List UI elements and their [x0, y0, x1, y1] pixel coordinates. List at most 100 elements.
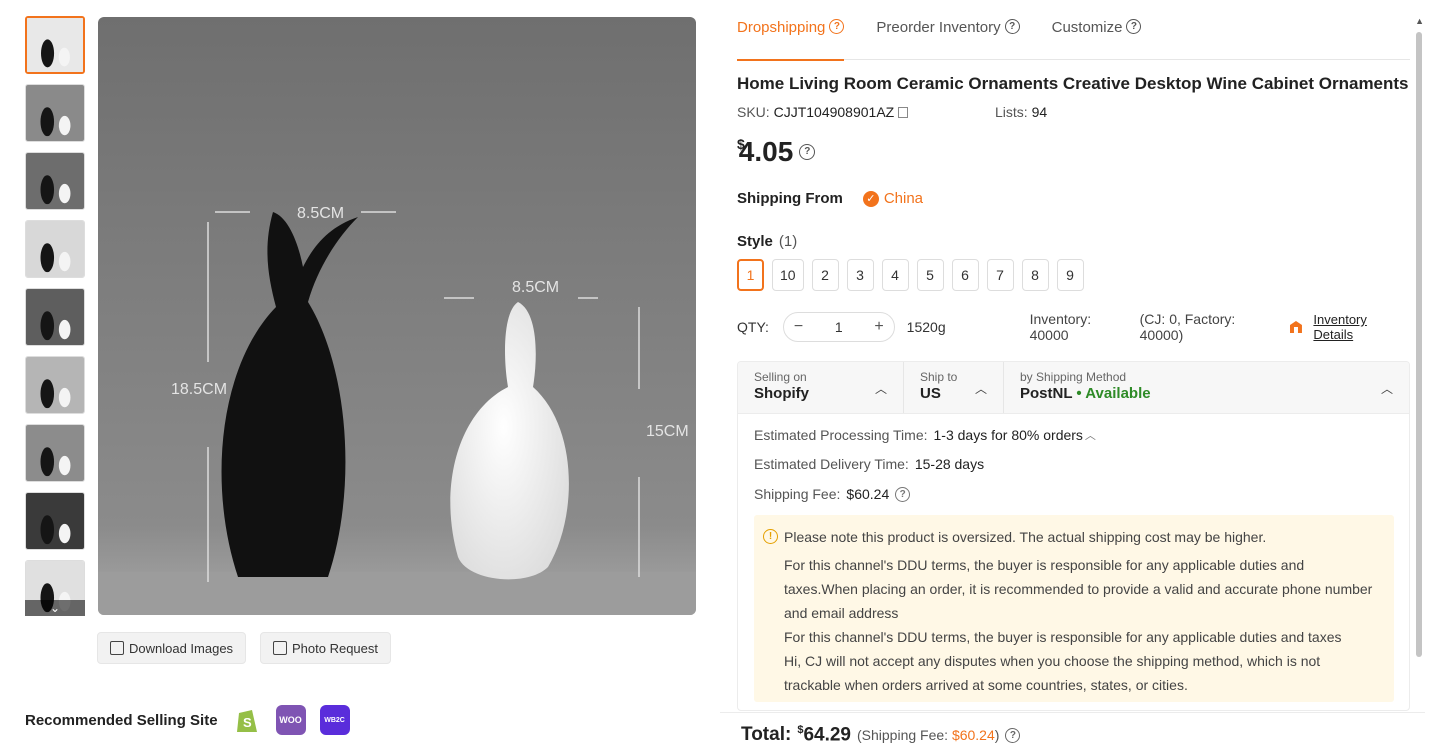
- woocommerce-icon[interactable]: WOO: [275, 705, 306, 735]
- style-option[interactable]: 3: [846, 259, 874, 291]
- plus-icon[interactable]: +: [874, 318, 883, 336]
- thumbnail-image[interactable]: [25, 356, 85, 414]
- notice-oversized: Please note this product is oversized. T…: [784, 529, 1267, 545]
- notice-ddu-terms: For this channel's DDU terms, the buyer …: [784, 557, 1373, 621]
- style-option[interactable]: 7: [986, 259, 1014, 291]
- check-icon: ✓: [862, 190, 879, 207]
- thumbnail-image[interactable]: [25, 152, 85, 210]
- thumbnail-image[interactable]: [25, 492, 85, 550]
- order-total: Total: $64.29 (Shipping Fee: $60.24) ?: [741, 724, 1021, 746]
- shipping-from-label: Shipping From: [737, 190, 843, 207]
- wix-icon[interactable]: WB2C: [319, 705, 350, 735]
- minus-icon[interactable]: −: [794, 318, 803, 336]
- tab-label: Preorder Inventory: [876, 19, 1001, 36]
- thumbnail-image[interactable]: [25, 84, 85, 142]
- shipping-fee: Shipping Fee: $60.24 ?: [754, 486, 911, 502]
- scroll-up-icon[interactable]: ▲: [1415, 16, 1424, 26]
- width-label: 8.5CM: [297, 205, 344, 222]
- processing-label: Estimated Processing Time:: [754, 427, 928, 443]
- chevron-up-icon: ︿: [1380, 382, 1393, 396]
- origin-label: China: [883, 190, 924, 207]
- style-options: 1 10 2 3 4 5 6 7 8 9: [737, 259, 1084, 291]
- origin-option[interactable]: ✓ China: [862, 190, 924, 207]
- shipping-from: Shipping From ✓ China: [737, 190, 923, 207]
- help-icon[interactable]: ?: [1126, 19, 1142, 34]
- height-label: 15CM: [646, 423, 689, 440]
- download-images-label: Download Images: [129, 640, 234, 656]
- style-option[interactable]: 5: [916, 259, 944, 291]
- inventory-breakdown: (CJ: 0, Factory: 40000): [1139, 311, 1236, 343]
- tab-preorder-inventory[interactable]: Preorder Inventory?: [876, 0, 1020, 60]
- weight: 1520g: [906, 319, 946, 335]
- scrollbar[interactable]: [1416, 32, 1422, 657]
- method-label: by Shipping Method: [1020, 370, 1127, 384]
- thumbnail-image[interactable]: [25, 424, 85, 482]
- total-label: Total:: [741, 724, 792, 746]
- availability-status: • Available: [1076, 385, 1151, 402]
- method-value: PostNL: [1020, 385, 1073, 402]
- tab-dropshipping[interactable]: Dropshipping?: [737, 0, 845, 61]
- recommended-label: Recommended Selling Site: [25, 711, 218, 729]
- recommended-selling-sites: Recommended Selling Site S WOO WB2C: [25, 705, 350, 735]
- sku-value: CJJT104908901AZ: [773, 104, 895, 120]
- qty-label: QTY:: [737, 319, 769, 335]
- copy-icon[interactable]: [898, 107, 909, 118]
- sku-label: SKU:: [737, 104, 770, 120]
- processing-value: 1-3 days for 80% orders: [933, 427, 1083, 443]
- inventory: Inventory: 40000: [1029, 311, 1092, 343]
- chevron-up-icon[interactable]: ︿: [1085, 427, 1096, 443]
- style-option[interactable]: 6: [951, 259, 979, 291]
- delivery-time: Estimated Delivery Time: 15-28 days: [754, 456, 984, 472]
- processing-time: Estimated Processing Time: 1-3 days for …: [754, 427, 1096, 443]
- style-option[interactable]: 4: [881, 259, 909, 291]
- notice-disputes: Hi, CJ will not accept any disputes when…: [784, 653, 1321, 693]
- image-icon: [110, 641, 124, 655]
- main-product-image: 8.5CM 8.5CM 18.5CM 15CM: [98, 17, 696, 615]
- inventory-details-link[interactable]: Inventory Details: [1313, 312, 1410, 342]
- selling-on-select[interactable]: Selling on Shopify ︿: [738, 362, 904, 413]
- lists-value: 94: [1031, 104, 1048, 120]
- shipping-notice: ! Please note this product is oversized.…: [754, 515, 1394, 702]
- shipping-fee-value: $60.24: [846, 486, 890, 502]
- thumbnail-image[interactable]: [25, 16, 85, 74]
- qty-value[interactable]: 1: [835, 319, 843, 335]
- shipping-method-select[interactable]: by Shipping Method PostNL • Available ︿: [1004, 362, 1409, 413]
- chevron-up-icon: ︿: [974, 382, 987, 396]
- tab-bar: Dropshipping? Preorder Inventory? Customiz…: [737, 0, 1410, 61]
- style-option[interactable]: 8: [1021, 259, 1049, 291]
- help-icon[interactable]: ?: [799, 144, 816, 160]
- photo-request-label: Photo Request: [292, 640, 379, 656]
- quantity-stepper[interactable]: − 1 +: [782, 312, 895, 342]
- sku: SKU: CJJT104908901AZ: [737, 104, 909, 120]
- tab-label: Customize: [1051, 19, 1123, 36]
- tab-customize[interactable]: Customize?: [1052, 0, 1142, 60]
- svg-text:S: S: [243, 715, 252, 730]
- warning-icon: !: [763, 529, 778, 544]
- video-icon: [273, 641, 287, 655]
- help-icon[interactable]: ?: [1004, 19, 1020, 34]
- selling-on-label: Selling on: [754, 370, 807, 384]
- ship-to-select[interactable]: Ship to US ︿: [904, 362, 1004, 413]
- style-label: Style (1): [737, 233, 797, 250]
- style-option[interactable]: 10: [772, 259, 804, 291]
- thumbnail-image[interactable]: [25, 288, 85, 346]
- style-heading: Style: [737, 233, 773, 250]
- help-icon[interactable]: ?: [895, 486, 911, 502]
- help-icon[interactable]: ?: [829, 19, 845, 34]
- width-label: 8.5CM: [512, 279, 559, 296]
- style-option[interactable]: 1: [737, 259, 764, 291]
- shipping-fee-label: Shipping Fee:: [754, 486, 841, 502]
- style-option[interactable]: 9: [1056, 259, 1084, 291]
- total-amount: 64.29: [803, 724, 851, 746]
- style-option[interactable]: 2: [811, 259, 839, 291]
- chevron-down-icon[interactable]: ⌄: [25, 600, 85, 616]
- download-images-button[interactable]: Download Images: [97, 632, 247, 664]
- photo-request-button[interactable]: Photo Request: [260, 632, 392, 664]
- shopify-icon[interactable]: S: [232, 705, 262, 735]
- quantity-row: QTY: − 1 + 1520g Inventory: 40000 (CJ: 0…: [737, 311, 1410, 343]
- thumbnail-image[interactable]: [25, 220, 85, 278]
- delivery-label: Estimated Delivery Time:: [754, 456, 909, 472]
- price: $4.05 ?: [737, 136, 816, 168]
- help-icon[interactable]: ?: [1005, 727, 1021, 743]
- total-fee-value: $60.24: [951, 727, 995, 744]
